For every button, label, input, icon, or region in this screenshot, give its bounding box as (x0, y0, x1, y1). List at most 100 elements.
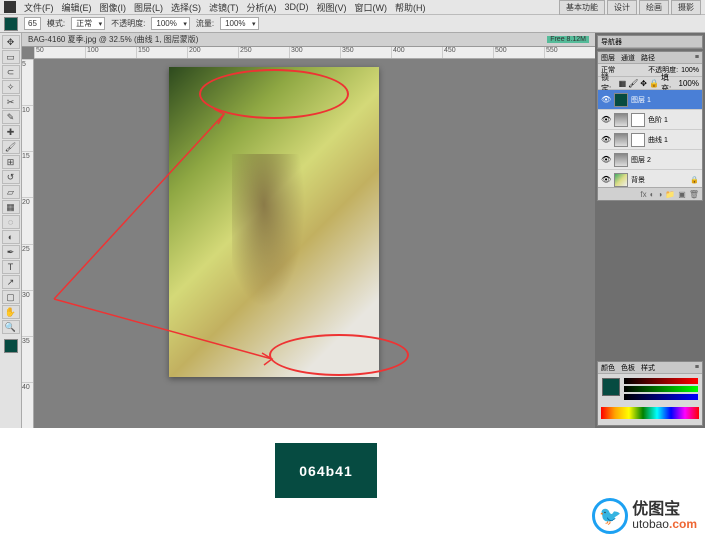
workspace-btn-basic[interactable]: 基本功能 (559, 0, 605, 15)
document-title: BAG-4160 夏季.jpg @ 32.5% (曲线 1, 图层蒙版) (28, 34, 198, 45)
healing-tool-icon[interactable]: ✚ (2, 125, 20, 139)
mask-icon[interactable]: ◐ (650, 190, 655, 199)
text-tool-icon[interactable]: T (2, 260, 20, 274)
flow-input[interactable]: 100% (220, 17, 258, 30)
menu-analysis[interactable]: 分析(A) (247, 1, 277, 14)
opacity-input[interactable]: 100% (151, 17, 189, 30)
tab-swatches[interactable]: 色板 (621, 363, 635, 373)
layer-fill-input[interactable]: 100% (679, 79, 699, 88)
menu-view[interactable]: 视图(V) (317, 1, 347, 14)
workspace-btn-design[interactable]: 设计 (607, 0, 637, 15)
menu-filter[interactable]: 滤镜(T) (209, 1, 239, 14)
menu-edit[interactable]: 编辑(E) (62, 1, 92, 14)
tab-paths[interactable]: 路径 (641, 53, 655, 63)
layer-row[interactable]: 👁 图层 1 (598, 90, 702, 110)
layer-name: 背景 (631, 175, 645, 185)
g-slider[interactable] (624, 386, 698, 392)
b-slider[interactable] (624, 394, 698, 400)
blend-mode-dropdown[interactable]: 正常 (71, 17, 105, 30)
watermark: 🐦 优图宝 utobao.com (592, 498, 697, 534)
history-brush-tool-icon[interactable]: ↺ (2, 170, 20, 184)
layer-row[interactable]: 👁 图层 2 (598, 150, 702, 170)
adjustment-icon[interactable]: ◑ (657, 190, 662, 199)
tab-layers[interactable]: 图层 (601, 53, 615, 63)
menu-window[interactable]: 窗口(W) (355, 1, 388, 14)
panel-menu-icon[interactable]: ≡ (695, 54, 699, 61)
document-tab[interactable]: BAG-4160 夏季.jpg @ 32.5% (曲线 1, 图层蒙版) Fre… (22, 33, 595, 47)
menu-3d[interactable]: 3D(D) (285, 2, 309, 12)
visibility-icon[interactable]: 👁 (601, 95, 611, 104)
brush-preview-icon[interactable] (4, 17, 18, 31)
crop-tool-icon[interactable]: ✂ (2, 95, 20, 109)
layer-name: 曲线 1 (648, 135, 668, 145)
wand-tool-icon[interactable]: ✧ (2, 80, 20, 94)
brush-tool-icon[interactable]: 🖌 (2, 140, 20, 154)
tab-styles[interactable]: 样式 (641, 363, 655, 373)
layer-name: 色阶 1 (648, 115, 668, 125)
canvas-area: BAG-4160 夏季.jpg @ 32.5% (曲线 1, 图层蒙版) Fre… (22, 33, 595, 428)
gradient-tool-icon[interactable]: ▦ (2, 200, 20, 214)
zoom-tool-icon[interactable]: 🔍 (2, 320, 20, 334)
new-layer-icon[interactable]: ▣ (678, 190, 686, 199)
stamp-tool-icon[interactable]: ⊞ (2, 155, 20, 169)
visibility-icon[interactable]: 👁 (601, 175, 611, 184)
panel-menu-icon[interactable]: ≡ (695, 364, 699, 371)
menu-help[interactable]: 帮助(H) (395, 1, 426, 14)
color-hex-display: 064b41 (275, 443, 377, 498)
layers-panel: 图层 通道 路径 ≡ 正常 不透明度: 100% 锁定: ▦ 🖌 ✥ 🔒 填充:… (597, 51, 703, 201)
visibility-icon[interactable]: 👁 (601, 155, 611, 164)
annotation-arrows (34, 59, 595, 428)
lock-position-icon[interactable]: ✥ (640, 79, 647, 88)
layer-opacity-input[interactable]: 100% (681, 67, 699, 74)
menu-file[interactable]: 文件(F) (24, 1, 54, 14)
layer-thumb (614, 153, 628, 167)
color-spectrum[interactable] (601, 407, 699, 419)
layer-row[interactable]: 👁 曲线 1 (598, 130, 702, 150)
visibility-icon[interactable]: 👁 (601, 115, 611, 124)
eraser-tool-icon[interactable]: ▱ (2, 185, 20, 199)
tab-color[interactable]: 颜色 (601, 363, 615, 373)
hand-tool-icon[interactable]: ✋ (2, 305, 20, 319)
layer-row[interactable]: 👁 背景 🔒 (598, 170, 702, 187)
folder-icon[interactable]: 📁 (665, 190, 675, 199)
workspace-btn-paint[interactable]: 绘画 (639, 0, 669, 15)
path-tool-icon[interactable]: ↗ (2, 275, 20, 289)
opacity-label: 不透明度: (111, 18, 145, 29)
color-fg-swatch[interactable] (602, 378, 620, 396)
options-bar: 65 模式: 正常 不透明度: 100% 流量: 100% (0, 15, 705, 33)
brush-size-input[interactable]: 65 (24, 17, 41, 30)
canvas[interactable] (34, 59, 595, 428)
lock-all-icon[interactable]: 🔒 (649, 79, 659, 88)
ruler-vertical: 510152025303540 (22, 59, 34, 428)
blur-tool-icon[interactable]: ◌ (2, 215, 20, 229)
trash-icon[interactable]: 🗑 (689, 190, 699, 199)
shape-tool-icon[interactable]: ▢ (2, 290, 20, 304)
layer-thumb (614, 133, 628, 147)
layer-thumb (614, 113, 628, 127)
layer-mask-thumb (631, 133, 645, 147)
lasso-tool-icon[interactable]: ⊂ (2, 65, 20, 79)
layer-thumb (614, 173, 628, 187)
menu-image[interactable]: 图像(I) (100, 1, 127, 14)
eyedropper-tool-icon[interactable]: ✎ (2, 110, 20, 124)
pen-tool-icon[interactable]: ✒ (2, 245, 20, 259)
r-slider[interactable] (624, 378, 698, 384)
visibility-icon[interactable]: 👁 (601, 135, 611, 144)
layer-row[interactable]: 👁 色阶 1 (598, 110, 702, 130)
marquee-tool-icon[interactable]: ▭ (2, 50, 20, 64)
dodge-tool-icon[interactable]: ◐ (2, 230, 20, 244)
workspace-switcher: 基本功能 设计 绘画 摄影 (559, 0, 701, 15)
lock-pixels-icon[interactable]: 🖌 (628, 79, 638, 88)
move-tool-icon[interactable]: ✥ (2, 35, 20, 49)
flow-label: 流量: (196, 18, 214, 29)
fx-icon[interactable]: fx (640, 190, 646, 199)
workspace-btn-photo[interactable]: 摄影 (671, 0, 701, 15)
navigator-panel: 导航器 (597, 35, 703, 49)
lock-icon: 🔒 (690, 176, 699, 184)
nav-tab-navigator[interactable]: 导航器 (601, 37, 622, 47)
tab-channels[interactable]: 通道 (621, 53, 635, 63)
menu-layer[interactable]: 图层(L) (134, 1, 163, 14)
menu-select[interactable]: 选择(S) (171, 1, 201, 14)
foreground-color-swatch[interactable] (4, 339, 18, 353)
lock-transparent-icon[interactable]: ▦ (619, 79, 627, 88)
